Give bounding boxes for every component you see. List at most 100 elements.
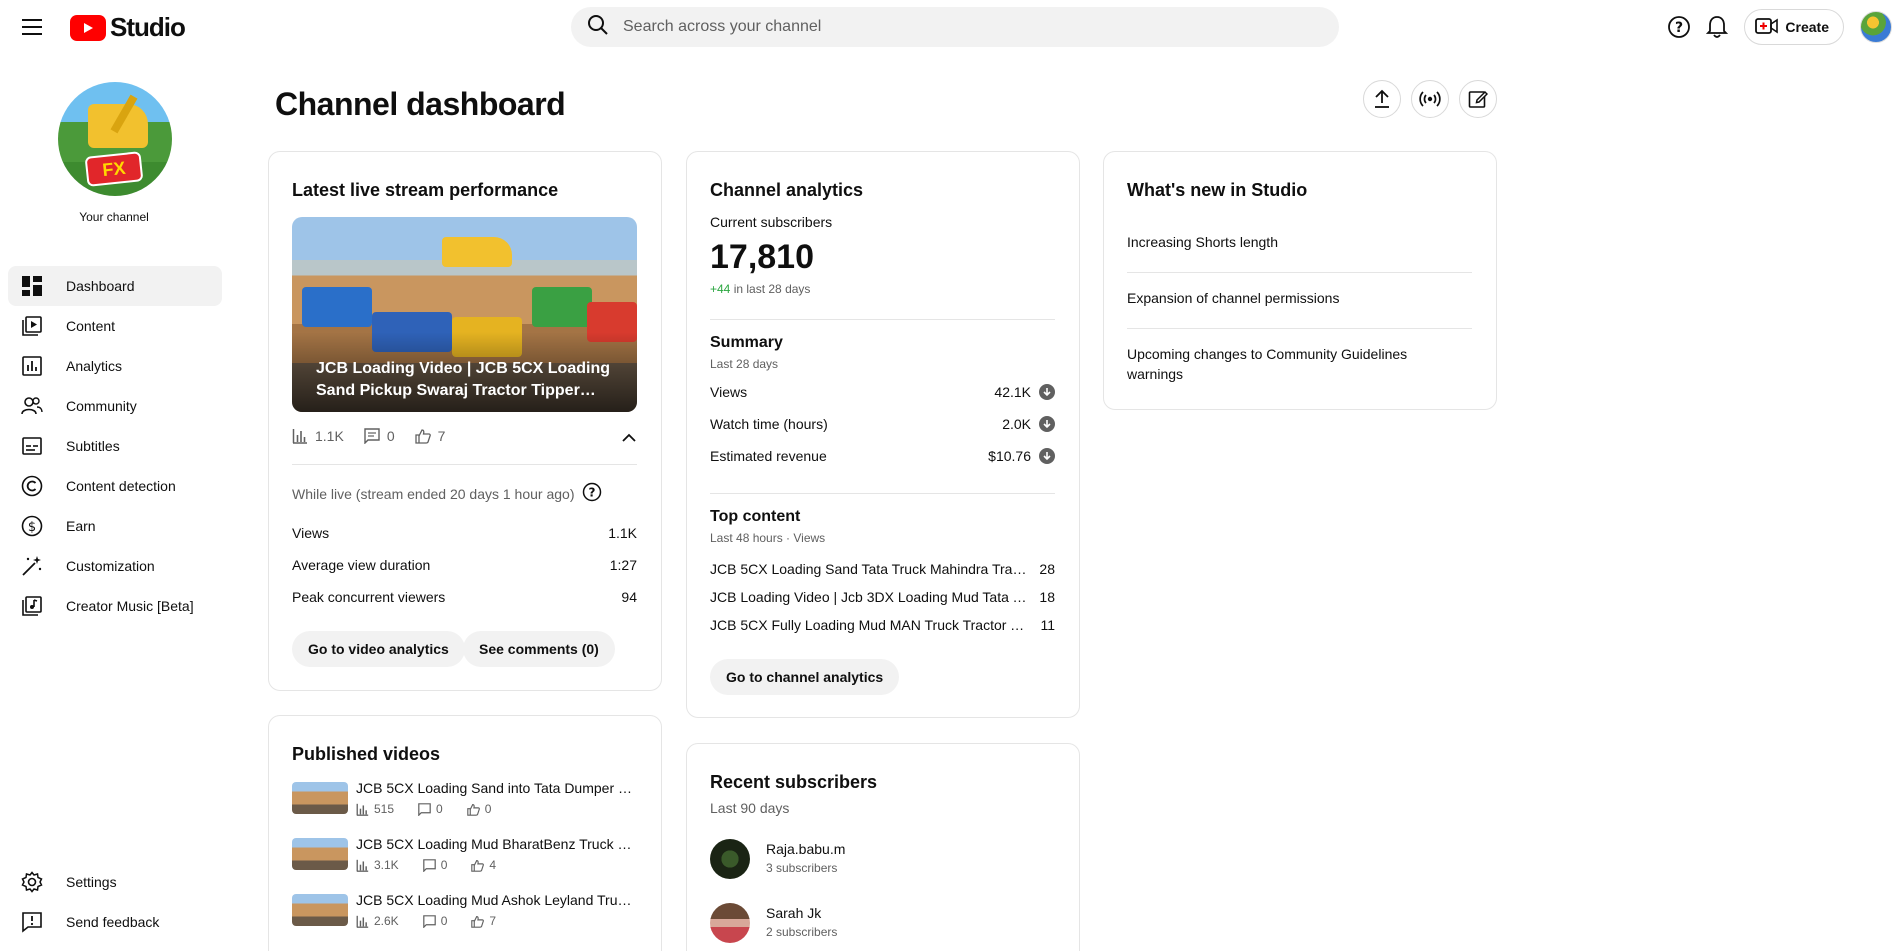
upload-button[interactable] [1363, 80, 1401, 118]
logo-text: Studio [110, 12, 186, 42]
channel-badge: FX [84, 151, 144, 187]
thumbs-up-icon [466, 803, 480, 816]
sidebar-item-analytics[interactable]: Analytics [8, 346, 222, 386]
summary-label: Estimated revenue [710, 448, 827, 464]
sidebar-item-label: Creator Music [Beta] [66, 598, 194, 614]
studio-logo[interactable]: Studio [70, 12, 186, 43]
top-content-title: Top content [710, 508, 801, 525]
go-to-video-analytics-button[interactable]: Go to video analytics [292, 631, 465, 667]
whats-new-item[interactable]: Upcoming changes to Community Guidelines… [1127, 344, 1427, 384]
current-subscribers-label: Current subscribers [710, 214, 833, 230]
metric-label: Average view duration [292, 557, 431, 573]
summary-period: Last 28 days [710, 357, 779, 371]
whats-new-item[interactable]: Expansion of channel permissions [1127, 288, 1472, 308]
sidebar-item-label: Send feedback [66, 914, 160, 930]
video-title: JCB 5CX Loading Mud BharatBenz Truck Swa… [356, 836, 637, 852]
sidebar-nav: Dashboard Content Analytics Community Su… [8, 266, 222, 626]
subscriber-row[interactable]: Sarah Jk 2 subscribers [710, 903, 1055, 947]
add-video-icon [1755, 17, 1779, 38]
comment-icon [418, 802, 431, 816]
comment-icon [364, 428, 380, 444]
divider [292, 464, 637, 465]
search-input[interactable] [623, 18, 1303, 36]
account-avatar[interactable] [1860, 11, 1892, 43]
analytics-card-title: Channel analytics [710, 180, 864, 200]
top-content-period: Last 48 hours · Views [710, 531, 826, 545]
go-live-button[interactable] [1411, 80, 1449, 118]
whats-new-item[interactable]: Increasing Shorts length [1127, 232, 1472, 252]
sidebar-item-label: Subtitles [66, 438, 120, 454]
video-comments: 0 [436, 802, 443, 816]
help-icon[interactable]: ? [1660, 8, 1698, 46]
hamburger-menu-icon[interactable] [16, 10, 50, 44]
sidebar-item-content-detection[interactable]: Content detection [8, 466, 222, 506]
subscriber-row[interactable]: Raja.babu.m 3 subscribers [710, 839, 1055, 883]
sidebar-item-customization[interactable]: Customization [8, 546, 222, 586]
subscriber-gain: +44 in last 28 days [710, 282, 810, 296]
metric-row: Peak concurrent viewers 94 [292, 589, 637, 605]
channel-avatar[interactable]: FX [58, 82, 172, 196]
top-content-row[interactable]: JCB Loading Video | Jcb 3DX Loading Mud … [710, 589, 1055, 605]
subscriber-avatar [710, 903, 750, 943]
sidebar-item-send-feedback[interactable]: Send feedback [8, 902, 222, 942]
top-content-value: 11 [1040, 617, 1055, 633]
help-icon[interactable]: ? [582, 482, 602, 505]
whats-new-card: What's new in Studio Increasing Shorts l… [1103, 151, 1497, 410]
sidebar-item-label: Dashboard [66, 278, 135, 294]
sidebar-item-settings[interactable]: Settings [8, 862, 222, 902]
views-value: 1.1K [315, 428, 344, 444]
svg-text:?: ? [1675, 20, 1683, 36]
top-content-name: JCB Loading Video | Jcb 3DX Loading Mud … [710, 589, 1030, 605]
thumbnail-excavator-graphic [442, 237, 512, 267]
feedback-icon [20, 910, 44, 934]
see-comments-button[interactable]: See comments (0) [463, 631, 615, 667]
sidebar-item-subtitles[interactable]: Subtitles [8, 426, 222, 466]
sidebar-item-content[interactable]: Content [8, 306, 222, 346]
published-video-row[interactable]: JCB 5CX Loading Mud Ashok Leyland Truck … [292, 892, 637, 938]
video-title: JCB 5CX Loading Mud Ashok Leyland Truck … [356, 892, 637, 908]
collapse-chevron-up-icon[interactable] [619, 428, 639, 448]
top-bar: Studio ? Create [0, 0, 1904, 52]
notifications-bell-icon[interactable] [1698, 8, 1736, 46]
live-video-thumbnail[interactable]: JCB Loading Video | JCB 5CX Loading Sand… [292, 217, 637, 412]
divider [1127, 328, 1472, 329]
stream-status: While live (stream ended 20 days 1 hour … [292, 482, 602, 505]
live-stream-card: Latest live stream performance JCB Loadi… [268, 151, 662, 691]
published-video-row[interactable]: JCB 5CX Loading Sand into Tata Dumper & … [292, 780, 637, 826]
go-to-channel-analytics-button[interactable]: Go to channel analytics [710, 659, 900, 695]
thumbs-up-icon [471, 915, 485, 928]
sidebar-item-dashboard[interactable]: Dashboard [8, 266, 222, 306]
svg-text:?: ? [589, 486, 596, 500]
published-video-row[interactable]: JCB 5CX Loading Mud BharatBenz Truck Swa… [292, 836, 637, 882]
sidebar-item-creator-music[interactable]: Creator Music [Beta] [8, 586, 222, 626]
comment-icon [422, 914, 436, 928]
live-video-stats: 1.1K 0 7 [292, 428, 445, 444]
metric-value: 1.1K [608, 525, 637, 541]
page-title: Channel dashboard [275, 86, 566, 122]
sidebar-item-label: Analytics [66, 358, 123, 374]
your-channel-label: Your channel [79, 210, 149, 224]
recent-subscribers-card: Recent subscribers Last 90 days Raja.bab… [686, 743, 1080, 951]
subscriber-avatar [710, 839, 750, 879]
bar-chart-icon [356, 803, 369, 816]
subscriber-gain-value: +44 [710, 282, 731, 296]
metric-value: 94 [621, 589, 637, 605]
sidebar-item-community[interactable]: Community [8, 386, 222, 426]
video-likes: 7 [489, 914, 497, 928]
bar-chart-icon [292, 429, 307, 444]
summary-row: Estimated revenue $10.76 [710, 448, 1055, 464]
sidebar-item-earn[interactable]: $ Earn [8, 506, 222, 546]
summary-title: Summary [710, 334, 783, 351]
live-video-title: JCB Loading Video | JCB 5CX Loading Sand… [316, 360, 610, 399]
subscriber-gain-suffix: in last 28 days [733, 282, 811, 296]
create-button[interactable]: Create [1744, 9, 1844, 45]
bar-chart-icon [356, 859, 369, 872]
top-content-row[interactable]: JCB 5CX Loading Sand Tata Truck Mahindra… [710, 561, 1055, 577]
community-icon [20, 394, 44, 418]
create-post-button[interactable] [1459, 80, 1497, 118]
create-label: Create [1785, 19, 1829, 35]
live-broadcast-icon [1419, 91, 1441, 107]
search-bar[interactable] [571, 7, 1339, 47]
top-content-row[interactable]: JCB 5CX Fully Loading Mud MAN Truck Trac… [710, 617, 1055, 633]
video-title: JCB 5CX Loading Sand into Tata Dumper & … [356, 780, 637, 796]
